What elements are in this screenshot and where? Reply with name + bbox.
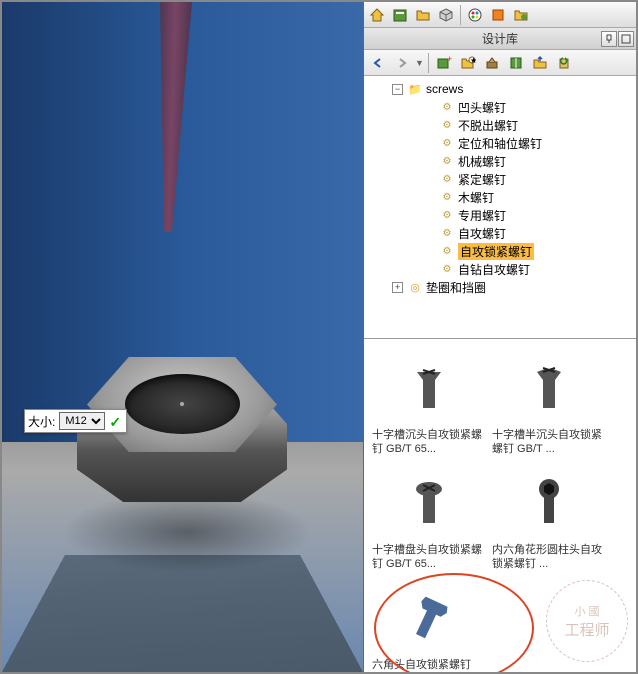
tree-node-item[interactable]: ⚙自攻锁紧螺钉 [364, 242, 636, 260]
part-thumbnail[interactable]: 内六角花形圆柱头自攻锁紧螺钉 ... [488, 462, 608, 573]
washer-icon: ◎ [407, 280, 423, 294]
weldment-icon[interactable] [481, 52, 503, 74]
tree-label: 专用螺钉 [458, 207, 506, 224]
tree-label: 自钻自攻螺钉 [458, 261, 530, 278]
size-label: 大小: [28, 413, 55, 430]
tree-node-item[interactable]: ⚙专用螺钉 [364, 206, 636, 224]
new-folder-icon[interactable]: ★ [457, 52, 479, 74]
screw-preview-icon [388, 579, 468, 654]
screw-icon: ⚙ [439, 136, 455, 150]
tree-node-item[interactable]: ⚙不脱出螺钉 [364, 116, 636, 134]
panel-title: 设计库 [482, 30, 518, 47]
design-library-icon[interactable] [389, 4, 411, 26]
screw-icon: ⚙ [439, 208, 455, 222]
tree-label: 自攻锁紧螺钉 [458, 243, 534, 260]
cube-icon[interactable] [435, 4, 457, 26]
part-name-label: 内六角花形圆柱头自攻锁紧螺钉 ... [490, 543, 606, 571]
part-name-label: 十字槽半沉头自攻锁紧螺钉 GB/T ... [490, 428, 606, 456]
part-name-label: 十字槽沉头自攻锁紧螺钉 GB/T 65... [370, 428, 486, 456]
palette-icon[interactable] [464, 4, 486, 26]
screw-preview-icon [508, 349, 588, 424]
folder-icon: 📁 [407, 82, 423, 96]
screw-icon: ⚙ [439, 226, 455, 240]
tree-label: 凹头螺钉 [458, 99, 506, 116]
tree-label: 紧定螺钉 [458, 171, 506, 188]
tree-node-washers[interactable]: + ◎ 垫圈和挡圈 [364, 278, 636, 296]
open-folder-icon[interactable] [412, 4, 434, 26]
screw-icon: ⚙ [439, 154, 455, 168]
screw-preview-icon [388, 464, 468, 539]
size-selector[interactable]: 大小: M12 ✓ [24, 409, 127, 433]
screw-preview-icon [388, 349, 468, 424]
forward-button[interactable] [391, 52, 413, 74]
screw-preview-icon [508, 464, 588, 539]
up-folder-icon[interactable] [529, 52, 551, 74]
screw-icon: ⚙ [439, 118, 455, 132]
tree-node-item[interactable]: ⚙定位和轴位螺钉 [364, 134, 636, 152]
tree-label: 机械螺钉 [458, 153, 506, 170]
collapse-icon[interactable]: − [392, 84, 403, 95]
refresh-option-icon[interactable] [553, 52, 575, 74]
screw-icon: ⚙ [439, 100, 455, 114]
close-button[interactable] [618, 31, 634, 47]
panel-title-bar: 设计库 [364, 28, 636, 50]
part-name-label: 六角头自攻锁紧螺钉 GB/T 6563-... [370, 658, 486, 672]
folder-tree[interactable]: − 📁 screws ⚙凹头螺钉⚙不脱出螺钉⚙定位和轴位螺钉⚙机械螺钉⚙紧定螺钉… [364, 76, 636, 339]
tree-node-item[interactable]: ⚙机械螺钉 [364, 152, 636, 170]
tree-label: screws [426, 82, 463, 96]
tree-node-item[interactable]: ⚙紧定螺钉 [364, 170, 636, 188]
part-name-label: 十字槽盘头自攻锁紧螺钉 GB/T 65... [370, 543, 486, 571]
screw-icon: ⚙ [439, 244, 455, 258]
parts-thumbnail-grid[interactable]: 十字槽沉头自攻锁紧螺钉 GB/T 65...十字槽半沉头自攻锁紧螺钉 GB/T … [364, 339, 636, 672]
screw-icon: ⚙ [439, 262, 455, 276]
part-thumbnail[interactable]: 六角头自攻锁紧螺钉 GB/T 6563-... [368, 577, 488, 672]
back-button[interactable] [367, 52, 389, 74]
tree-node-screws[interactable]: − 📁 screws [364, 80, 636, 98]
main-toolbar [364, 2, 636, 28]
tree-label: 不脱出螺钉 [458, 117, 518, 134]
tree-node-item[interactable]: ⚙自攻螺钉 [364, 224, 636, 242]
svg-text:+: + [447, 55, 452, 64]
orange-box-icon[interactable] [487, 4, 509, 26]
part-thumbnail[interactable]: 十字槽盘头自攻锁紧螺钉 GB/T 65... [368, 462, 488, 573]
part-thumbnail[interactable]: 十字槽沉头自攻锁紧螺钉 GB/T 65... [368, 347, 488, 458]
tree-label: 定位和轴位螺钉 [458, 135, 542, 152]
3d-viewport[interactable]: 大小: M12 ✓ [2, 2, 364, 672]
tree-node-item[interactable]: ⚙木螺钉 [364, 188, 636, 206]
part-thumbnail[interactable]: 十字槽半沉头自攻锁紧螺钉 GB/T ... [488, 347, 608, 458]
tree-node-item[interactable]: ⚙自钻自攻螺钉 [364, 260, 636, 278]
add-lib-icon[interactable]: + [433, 52, 455, 74]
size-dropdown[interactable]: M12 [59, 412, 105, 430]
tree-node-item[interactable]: ⚙凹头螺钉 [364, 98, 636, 116]
svg-text:★: ★ [470, 56, 476, 65]
tree-label: 自攻螺钉 [458, 225, 506, 242]
home-icon[interactable] [366, 4, 388, 26]
confirm-icon[interactable]: ✓ [109, 414, 123, 428]
pin-button[interactable] [601, 31, 617, 47]
tree-label: 木螺钉 [458, 189, 494, 206]
screw-icon: ⚙ [439, 190, 455, 204]
screw-icon: ⚙ [439, 172, 455, 186]
design-library-panel: 设计库 ▼ + ★ − 📁 screws ⚙凹头螺钉⚙不脱出螺钉⚙定 [364, 2, 636, 672]
open-asm-icon[interactable] [510, 4, 532, 26]
tree-label: 垫圈和挡圈 [426, 279, 486, 296]
expand-icon[interactable]: + [392, 282, 403, 293]
library-toolbar: ▼ + ★ [364, 50, 636, 76]
book-icon[interactable] [505, 52, 527, 74]
